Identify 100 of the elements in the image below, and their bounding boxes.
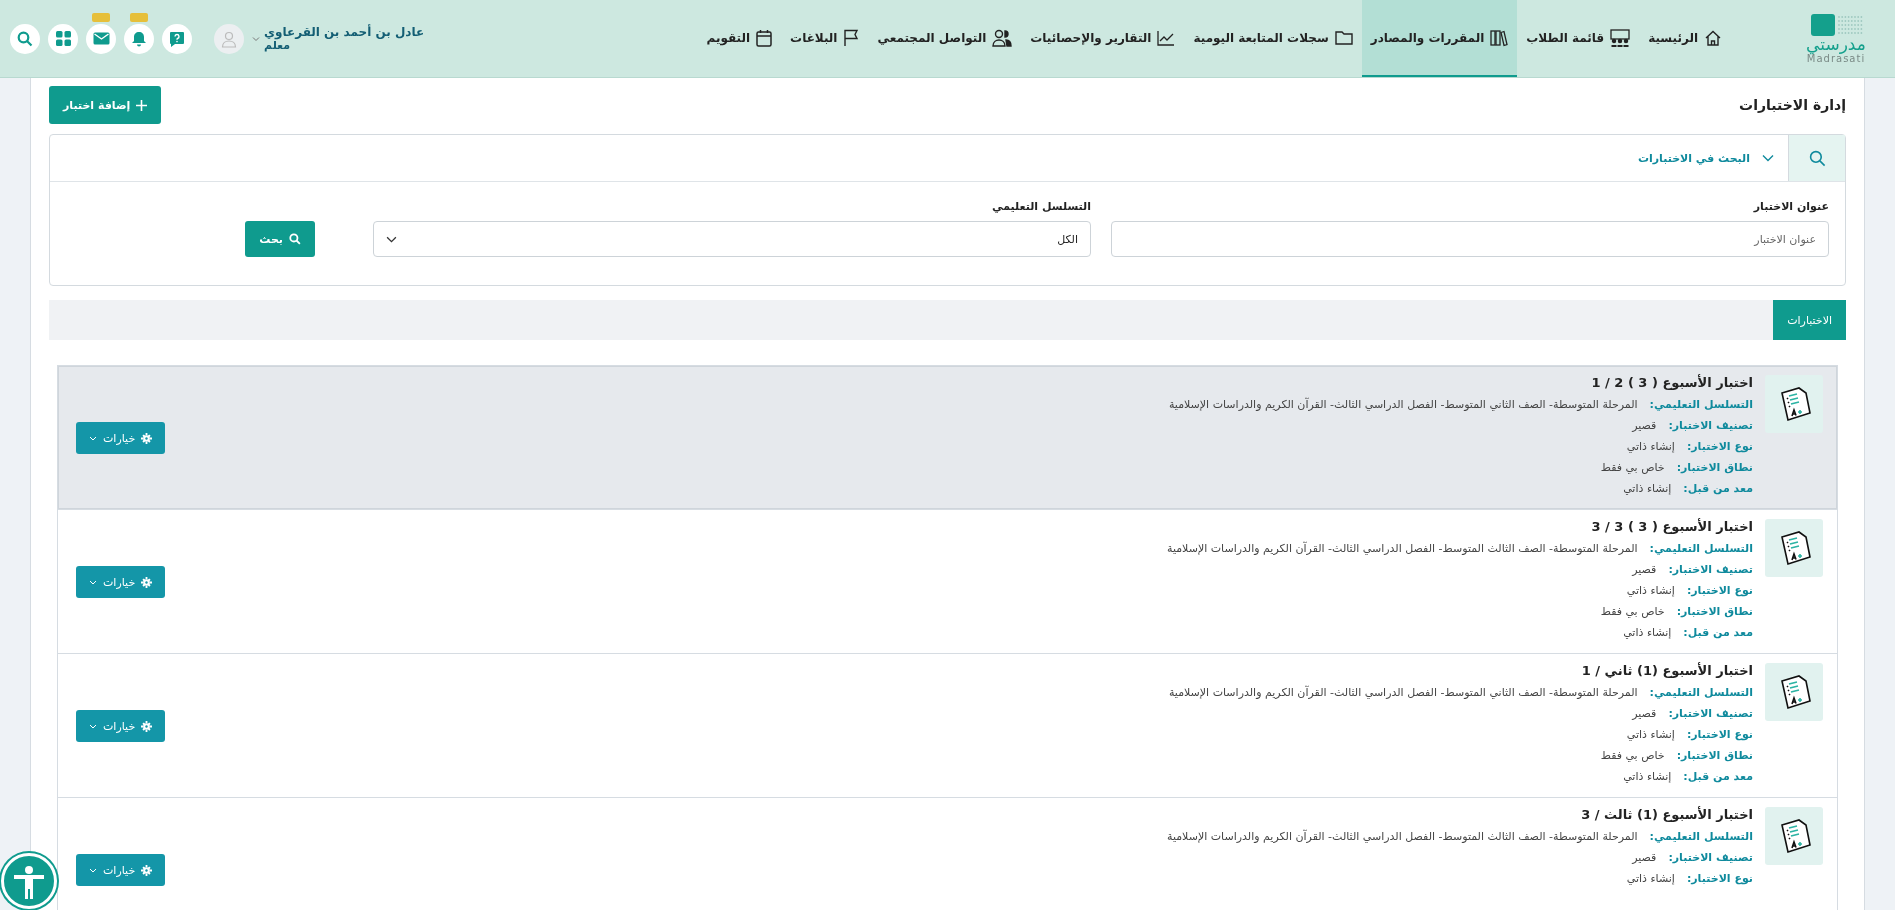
field-value: قصير [1632, 418, 1657, 434]
gear-icon [141, 432, 153, 444]
gear-icon [141, 720, 153, 732]
apps-button[interactable] [48, 23, 78, 54]
nav-item[interactable]: المقررات والمصادر [1361, 0, 1518, 77]
user-role: معلم [264, 39, 291, 52]
person-icon [220, 29, 238, 48]
test-title: اختبار الأسبوع ( 3 ) 2 / 1 [1590, 375, 1753, 390]
envelope-icon [92, 32, 110, 45]
field-label: تصنيف الاختبار: [1668, 418, 1753, 434]
graded-paper-icon [1765, 663, 1823, 721]
chevron-down-icon [386, 235, 397, 243]
field-value: قصير [1632, 562, 1657, 578]
test-row[interactable]: اختبار الأسبوع (1) ثالث / 3 التسلسل التعليمي: المرحلة المتوسطة- الصف الثالث المتوسط- الفصل الدراسي الثالث- القرآن الكريم والدراسات الإسلامية تصنيف الاختبار: قصير نوع الاختبار: إنشاء ذاتي خيارات [58, 798, 1837, 910]
field-label: تصنيف الاختبار: [1668, 706, 1753, 722]
options-dropdown-button[interactable]: خيارات [76, 566, 166, 598]
field-value: إنشاء ذاتي [1623, 481, 1672, 497]
field-label: نطاق الاختبار: [1676, 604, 1753, 620]
field-value: إنشاء ذاتي [1626, 439, 1675, 455]
notifications-button[interactable] [124, 23, 154, 54]
field-label: تصنيف الاختبار: [1668, 850, 1753, 866]
search-icon [17, 30, 33, 47]
field-value: المرحلة المتوسطة- الصف الثاني المتوسط- الفصل الدراسي الثالث- القرآن الكريم والدراسات الإسلامية [1168, 684, 1638, 701]
field-label: التسلسل التعليمي: [1649, 829, 1753, 845]
calendar-icon [756, 28, 773, 47]
chevron-down-icon[interactable] [252, 35, 260, 42]
search-icon [289, 233, 301, 245]
nav-item[interactable]: التقويم [697, 0, 782, 77]
books-icon [1490, 28, 1509, 47]
field-value: المرحلة المتوسطة- الصف الثالث المتوسط- الفصل الدراسي الثالث- القرآن الكريم والدراسات الإسلامية [1167, 828, 1638, 845]
classroom-icon [1610, 28, 1631, 47]
nav-item[interactable]: قائمة الطلاب [1517, 0, 1640, 77]
graded-paper-icon [1765, 807, 1823, 865]
apps-grid-icon [55, 31, 71, 46]
field-value: إنشاء ذاتي [1623, 625, 1672, 641]
field-label: نوع الاختبار: [1686, 871, 1753, 887]
field-value: إنشاء ذاتي [1626, 727, 1675, 743]
field-value: خاص بي فقط [1600, 460, 1665, 476]
graded-paper-icon [1765, 519, 1823, 577]
user-name[interactable]: عادل بن أحمد بن القرعاوي [264, 25, 425, 39]
field-label: التسلسل التعليمي: [1649, 685, 1753, 701]
messages-button[interactable] [86, 23, 116, 54]
field-label: التسلسل التعليمي: [1649, 397, 1753, 413]
field-label: تصنيف الاختبار: [1668, 562, 1753, 578]
field-label: التسلسل التعليمي: [1649, 541, 1753, 557]
field-label: معد من قبل: [1683, 625, 1753, 641]
test-title: اختبار الأسبوع ( 3 ) 3 / 3 [1590, 519, 1753, 534]
nav-item[interactable]: سجلات المتابعة اليومية [1184, 0, 1362, 77]
chevron-down-icon [89, 867, 97, 873]
search-button[interactable] [10, 23, 40, 54]
field-label: نطاق الاختبار: [1676, 460, 1753, 476]
chevron-down-icon [1762, 154, 1774, 162]
field-value: المرحلة المتوسطة- الصف الثالث المتوسط- الفصل الدراسي الثالث- القرآن الكريم والدراسات الإسلامية [1167, 540, 1638, 557]
logo-name: مدرستي [1806, 35, 1866, 53]
field-label: نوع الاختبار: [1686, 583, 1753, 599]
nav-item[interactable]: الرئيسية [1639, 0, 1731, 77]
options-dropdown-button[interactable]: خيارات [76, 710, 166, 742]
chevron-down-icon [89, 723, 97, 729]
field-value: خاص بي فقط [1600, 748, 1665, 764]
folder-icon [1334, 29, 1353, 46]
field-value: قصير [1632, 850, 1657, 866]
plus-icon [136, 99, 148, 111]
field-label: معد من قبل: [1683, 481, 1753, 497]
field-value: إنشاء ذاتي [1623, 769, 1672, 785]
options-dropdown-button[interactable]: خيارات [76, 854, 166, 886]
field-label: نوع الاختبار: [1686, 727, 1753, 743]
page-title: إدارة الاختبارات [1739, 97, 1846, 113]
field-value: إنشاء ذاتي [1626, 583, 1675, 599]
options-dropdown-button[interactable]: خيارات [76, 422, 166, 454]
help-button[interactable] [162, 23, 192, 54]
field-label: نطاق الاختبار: [1676, 748, 1753, 764]
test-title: اختبار الأسبوع (1) ثالث / 3 [1580, 807, 1753, 822]
search-toggle[interactable]: البحث في الاختبارات [1623, 135, 1788, 181]
field-value: خاص بي فقط [1600, 604, 1665, 620]
bell-icon [131, 30, 147, 47]
gear-icon [141, 576, 153, 588]
nav-item[interactable]: التقارير والإحصائيات [1021, 0, 1185, 77]
gear-icon [141, 864, 153, 876]
hierarchy-dropdown[interactable]: الكل [373, 221, 1091, 257]
test-title: اختبار الأسبوع (1) ثاني / 1 [1580, 663, 1753, 678]
flag-icon [843, 28, 860, 47]
chevron-down-icon [89, 435, 97, 441]
nav-item[interactable]: التواصل المجتمعي [868, 0, 1022, 77]
field-label: معد من قبل: [1683, 769, 1753, 785]
test-title-field[interactable]: عنوان الاختبار [1111, 221, 1829, 257]
nav-item[interactable]: البلاغات [781, 0, 869, 77]
chevron-down-icon [89, 579, 97, 585]
accessibility-button[interactable] [1, 853, 57, 909]
home-icon [1704, 28, 1722, 47]
field-value: إنشاء ذاتي [1626, 871, 1675, 887]
field-value: المرحلة المتوسطة- الصف الثاني المتوسط- الفصل الدراسي الثالث- القرآن الكريم والدراسات الإسلامية [1168, 396, 1638, 413]
field-label: عنوان الاختبار [1752, 200, 1829, 213]
field-label: التسلسل التعليمي [991, 200, 1091, 213]
help-chat-icon [169, 30, 185, 47]
test-row[interactable] [58, 366, 1837, 510]
people-icon [992, 28, 1013, 47]
field-value: قصير [1632, 706, 1657, 722]
field-label: نوع الاختبار: [1686, 439, 1753, 455]
graded-paper-icon [1765, 375, 1823, 433]
line-chart-icon [1157, 29, 1176, 46]
